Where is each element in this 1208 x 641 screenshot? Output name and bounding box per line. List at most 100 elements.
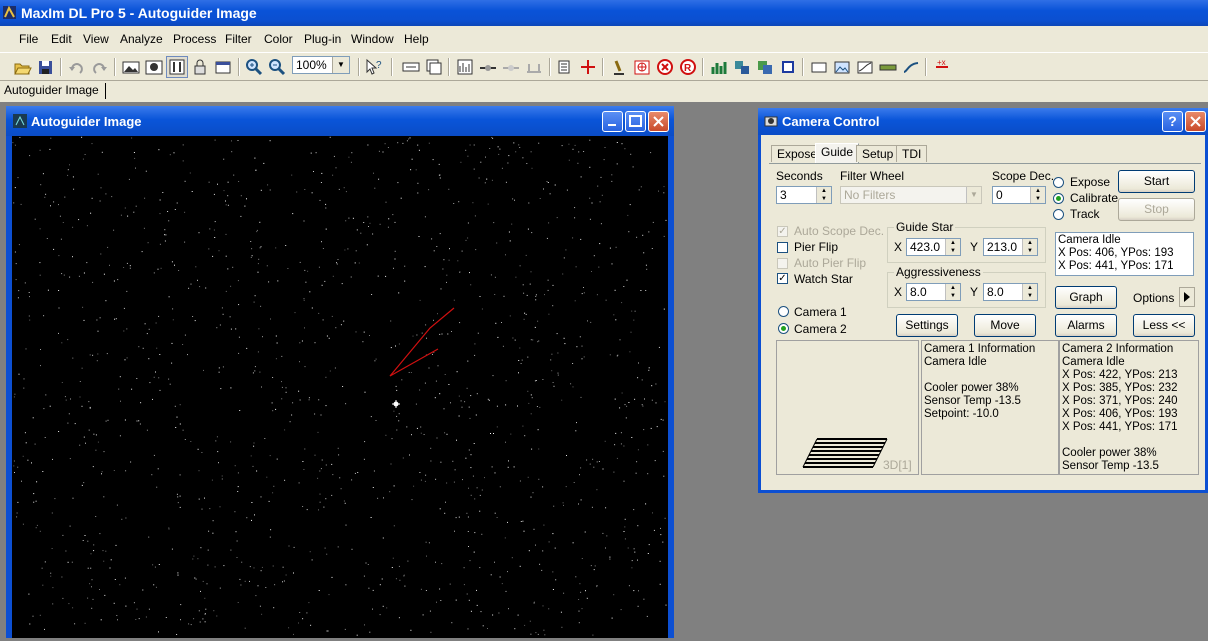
close-button[interactable] [648,111,669,132]
spin-arrows-icon[interactable]: ▲ ▼ [1022,239,1037,255]
menu-filter[interactable]: Filter [225,32,252,46]
redo-icon[interactable] [89,56,111,78]
less-button[interactable]: Less << [1133,314,1195,337]
tab-tdi[interactable]: TDI [896,145,928,162]
start-button[interactable]: Start [1118,170,1195,193]
image-icon[interactable] [120,56,142,78]
settings-icon[interactable] [212,56,234,78]
info-icon[interactable] [400,56,422,78]
crosshair-icon[interactable] [577,56,599,78]
aggr-x-input[interactable]: 8.0 ▲ ▼ [906,283,961,301]
record-icon[interactable]: R [677,56,699,78]
filter-wheel-label: Filter Wheel [840,169,905,183]
rect-icon[interactable] [808,56,830,78]
star-field-image[interactable] [12,136,668,638]
aggr-y-input[interactable]: 8.0 ▲ ▼ [983,283,1038,301]
aggr-x-label: X [894,285,903,299]
help-button[interactable]: ? [1162,111,1183,132]
chevron-down-icon[interactable]: ▼ [332,57,349,73]
guide-y-input[interactable]: 213.0 ▲ ▼ [983,238,1038,256]
mode-expose-radio[interactable] [1053,177,1064,188]
cam1-info-line: Setpoint: -10.0 [924,408,999,420]
options-label[interactable]: Options [1133,291,1174,305]
filter-icon[interactable] [877,56,899,78]
menu-color[interactable]: Color [264,32,293,46]
telescope-icon[interactable] [608,56,630,78]
marker-icon[interactable]: +x [931,56,953,78]
bar-chart-icon[interactable] [708,56,730,78]
menu-help[interactable]: Help [404,32,429,46]
camera2-radio[interactable] [778,323,789,334]
frame-icon[interactable] [777,56,799,78]
guide-x-input[interactable]: 423.0 ▲ ▼ [906,238,961,256]
line-profile-icon[interactable] [477,56,499,78]
menu-edit[interactable]: Edit [51,32,72,46]
menu-process[interactable]: Process [173,32,216,46]
camera-icon[interactable] [631,56,653,78]
undo-icon[interactable] [65,56,87,78]
settings-button[interactable]: Settings [896,314,958,337]
app-title-bar[interactable]: MaxIm DL Pro 5 - Autoguider Image [0,0,1208,26]
mode-calibrate-radio[interactable] [1053,193,1064,204]
mode-expose-label: Expose [1070,175,1111,189]
maximize-button[interactable] [625,111,646,132]
overlay-icon[interactable] [754,56,776,78]
svg-text:?: ? [376,60,382,71]
stack-icon[interactable] [423,56,445,78]
pier-flip-checkbox[interactable] [777,242,788,253]
line-icon[interactable] [900,56,922,78]
menu-view[interactable]: View [83,32,109,46]
zoom-in-icon[interactable] [243,56,265,78]
stop-icon[interactable] [654,56,676,78]
aggressiveness-group: Aggressiveness X 8.0 ▲ ▼ Y 8.0 ▲ ▼ [887,265,1046,308]
histogram-icon[interactable] [454,56,476,78]
menu-file[interactable]: File [19,32,38,46]
spin-arrows-icon[interactable]: ▲ ▼ [1022,284,1037,300]
zoom-out-icon[interactable] [266,56,288,78]
camera-close-button[interactable] [1185,111,1206,132]
tab-autoguider-image[interactable]: Autoguider Image [4,83,106,99]
measure-icon[interactable] [523,56,545,78]
stop-button[interactable]: Stop [1118,198,1195,221]
seconds-value: 3 [780,188,787,202]
tab-setup[interactable]: Setup [856,145,900,162]
scope-dec-input[interactable]: 0 ▲ ▼ [992,186,1046,204]
watch-star-label: Watch Star [794,272,853,286]
camera1-radio[interactable] [778,306,789,317]
spin-arrows-icon[interactable]: ▲ ▼ [945,239,960,255]
camera-control-body: Expose Guide Setup TDI Seconds 3 ▲ ▼ Filt… [761,135,1205,490]
copy-icon[interactable] [554,56,576,78]
options-arrow-icon[interactable] [1179,287,1195,307]
app-title: MaxIm DL Pro 5 - Autoguider Image [21,5,257,21]
alarms-button[interactable]: Alarms [1055,314,1117,337]
save-icon[interactable] [34,56,56,78]
spin-arrows-icon[interactable]: ▲ ▼ [1030,187,1045,203]
screen-stretch-icon[interactable] [143,56,165,78]
autoguider-icon[interactable] [166,56,188,78]
graph-icon[interactable] [500,56,522,78]
watch-star-checkbox[interactable]: ✓ [777,273,788,284]
minimize-button[interactable] [602,111,623,132]
camera-control-title-bar[interactable]: Camera Control ? [758,108,1208,135]
graph-button[interactable]: Graph [1055,286,1117,309]
toolbar: ? R +x [0,52,1208,81]
mode-track-radio[interactable] [1053,209,1064,220]
spin-arrows-icon[interactable]: ▲ ▼ [816,187,831,203]
menu-analyze[interactable]: Analyze [120,32,163,46]
spin-arrows-icon[interactable]: ▲ ▼ [945,284,960,300]
photo-icon[interactable] [831,56,853,78]
curve-icon[interactable] [854,56,876,78]
move-button[interactable]: Move [974,314,1036,337]
tab-guide[interactable]: Guide [815,143,860,163]
help-pointer-icon[interactable]: ? [363,56,385,78]
layers-icon[interactable] [731,56,753,78]
open-icon[interactable] [11,56,33,78]
menu-window[interactable]: Window [351,32,394,46]
camera-control-window: Camera Control ? Expose Guide Setup TDI … [758,108,1208,493]
zoom-select[interactable]: 100% ▼ [292,56,350,74]
menu-plugin[interactable]: Plug-in [304,32,341,46]
star-3d-preview[interactable]: 3D[1] [776,340,919,475]
seconds-input[interactable]: 3 ▲ ▼ [776,186,832,204]
image-window-title-bar[interactable]: Autoguider Image [6,106,674,136]
lock-icon[interactable] [189,56,211,78]
